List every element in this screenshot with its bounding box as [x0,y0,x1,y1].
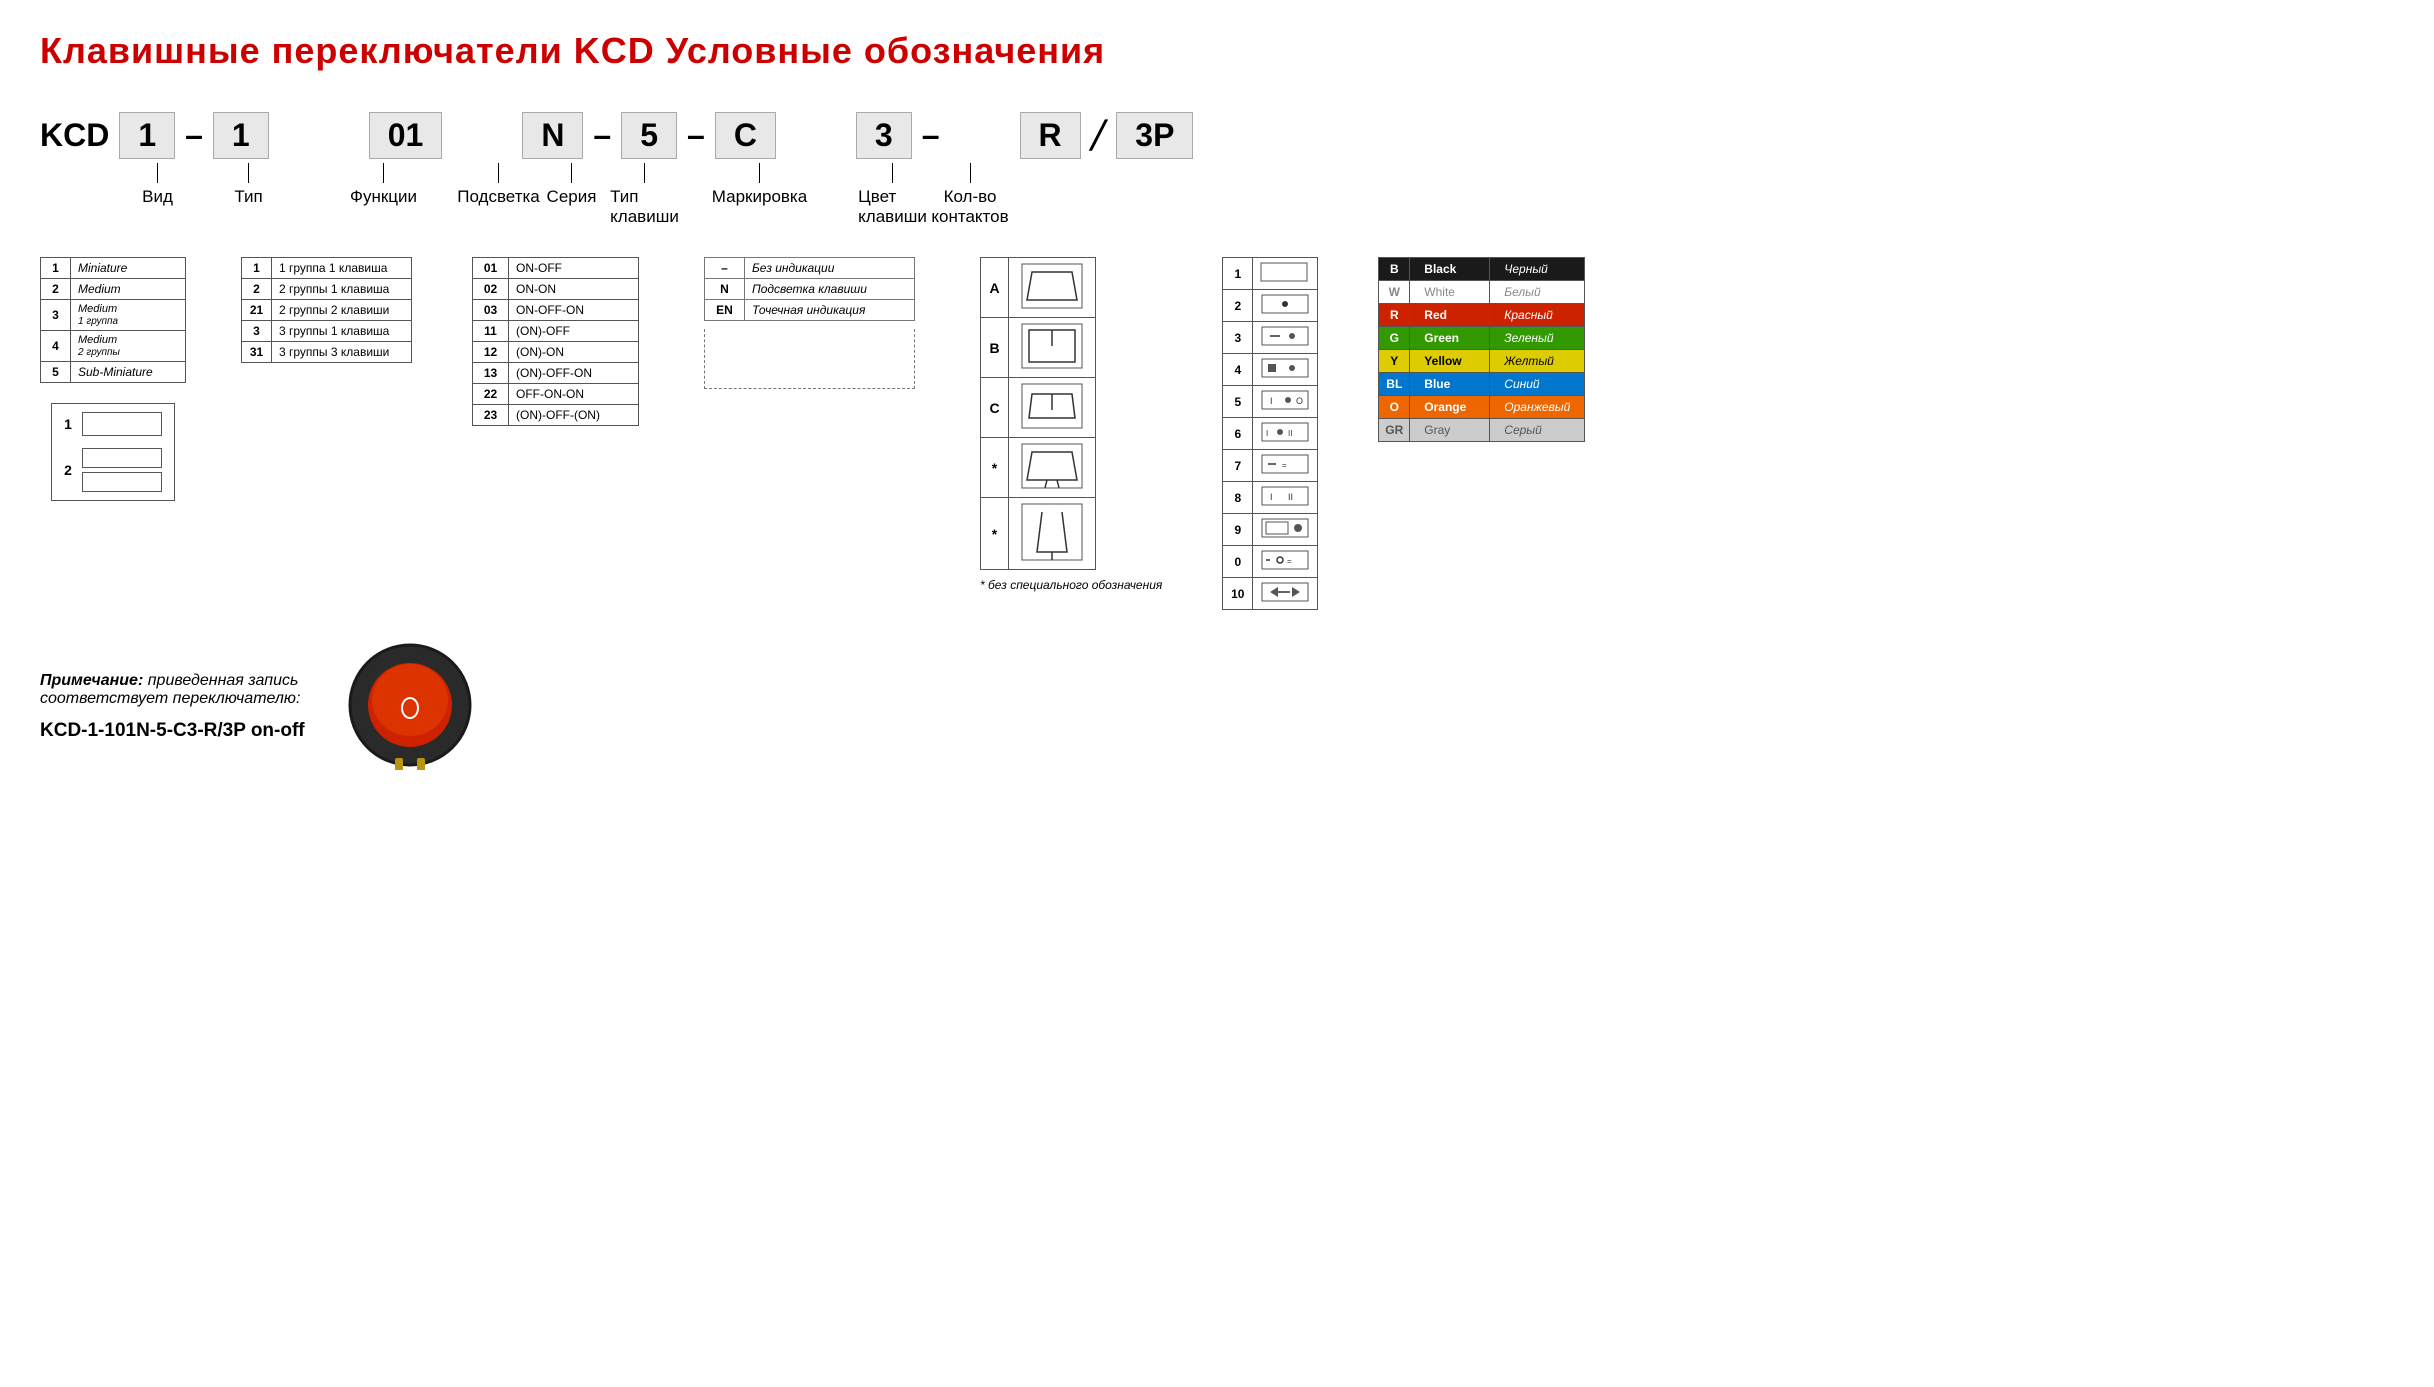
code-box-contacts: 3P [1116,112,1193,159]
switch-illustration [345,640,475,773]
marking-row: 3 [1223,322,1318,354]
svg-text:=: = [1287,557,1292,566]
view-row: 2 Medium [41,279,186,300]
dash-2: – [593,117,611,154]
type-row: 2 2 группы 1 клавиша [242,279,412,300]
func-row: 03 ON-OFF-ON [473,300,639,321]
color-section: B Black Черный W White Белый R Red Красн… [1378,257,1585,442]
func-row: 01 ON-OFF [473,258,639,279]
label-vid: Вид [142,187,173,207]
key-shape-c-svg [1017,382,1087,430]
view-row: 4 Medium2 группы [41,331,186,362]
type-row: 21 2 группы 2 клавиши [242,300,412,321]
note-text-block: Примечание: приведенная записьсоответств… [40,672,305,742]
marking-row: 0 = [1223,546,1318,578]
label-func: Функции [350,187,417,207]
color-row-blue: BL Blue Синий [1379,373,1585,396]
keytype-row-c: C [981,378,1096,438]
func-row: 13 (ON)-OFF-ON [473,363,639,384]
svg-text:O: O [1296,396,1303,406]
backlight-section: – Без индикации N Подсветка клавиши EN Т… [704,257,915,389]
marking-row: 6 III [1223,418,1318,450]
func-row: 02 ON-ON [473,279,639,300]
dash-1: – [185,117,203,154]
slash: ╱ [1091,120,1107,151]
marking-row: 4 [1223,354,1318,386]
marking-row: 5 IO [1223,386,1318,418]
note-label: Примечание: [40,672,143,689]
view-row: 5 Sub-Miniature [41,362,186,383]
backlight-row: – Без индикации [705,258,915,279]
code-box-backlight: N [522,112,583,159]
keytype-row-star2: * [981,498,1096,570]
code-box-tip: 1 [213,112,269,159]
code-prefix: KCD [40,117,109,154]
code-box-color: R [1020,112,1081,159]
label-tip: Тип [234,187,262,207]
view-row: 3 Medium1 группа [41,300,186,331]
color-row-red: R Red Красный [1379,304,1585,327]
keytype-row-b: B [981,318,1096,378]
backlight-row: EN Точечная индикация [705,300,915,321]
marking-row: 1 [1223,258,1318,290]
key-type-section: A B [980,257,1162,592]
func-row: 11 (ON)-OFF [473,321,639,342]
type-section: 1 1 группа 1 клавиша 2 2 группы 1 клавиш… [241,257,412,363]
code-box-vid: 1 [119,112,175,159]
keytype-row-star1: * [981,438,1096,498]
svg-text:I: I [1266,429,1268,438]
label-contacts: Кол-воконтактов [931,187,1008,227]
key-shape-star2-svg [1017,502,1087,562]
marking-row: 8 III [1223,482,1318,514]
svg-text:II: II [1288,429,1292,438]
bottom-section: Примечание: приведенная записьсоответств… [40,640,2394,773]
dash-3: – [687,117,705,154]
color-row-green: G Green Зеленый [1379,327,1585,350]
func-row: 12 (ON)-ON [473,342,639,363]
marking-section: 1 2 3 4 [1222,257,1318,610]
marking-row: 7 = [1223,450,1318,482]
key-shape-a-svg [1017,262,1087,310]
label-marking: Маркировка [712,187,807,207]
key-shape-b-svg [1017,322,1087,370]
type-row: 1 1 группа 1 клавиша [242,258,412,279]
label-backlight: Подсветка [457,187,540,207]
func-row: 23 (ON)-OFF-(ON) [473,405,639,426]
view-row: 1 Miniature [41,258,186,279]
svg-text:I: I [1270,492,1273,502]
type-row: 3 3 группы 1 клавиша [242,321,412,342]
page-title: Клавишные переключатели KCD Условные обо… [40,30,2394,72]
svg-text:II: II [1288,492,1293,502]
switch-code-label: KCD-1-101N-5-C3-R/3P on-off [40,720,305,742]
color-row-black: B Black Черный [1379,258,1585,281]
backlight-row: N Подсветка клавиши [705,279,915,300]
marking-row: 2 [1223,290,1318,322]
color-row-orange: O Orange Оранжевый [1379,396,1585,419]
color-row-white: W White Белый [1379,281,1585,304]
marking-row: 9 [1223,514,1318,546]
key-shape-star1-svg [1017,442,1087,490]
no-designation-note: * без специального обозначения [980,578,1162,592]
color-row-yellow: Y Yellow Желтый [1379,350,1585,373]
code-box-func: 01 [369,112,443,159]
code-box-marking: 3 [856,112,912,159]
svg-text:I: I [1270,396,1273,406]
label-keytype: Тип клавиши [610,187,679,227]
view-section: 1 Miniature 2 Medium 3 Medium1 группа 4 … [40,257,186,501]
code-box-series: 5 [621,112,677,159]
label-color: Цвет клавиши [858,187,927,227]
marking-row: 10 [1223,578,1318,610]
svg-text:=: = [1282,461,1287,470]
func-row: 22 OFF-ON-ON [473,384,639,405]
type-row: 31 3 группы 3 клавиши [242,342,412,363]
function-section: 01 ON-OFF 02 ON-ON 03 ON-OFF-ON 11 (ON)-… [472,257,639,426]
label-series: Серия [547,187,597,207]
code-box-keytype: C [715,112,776,159]
color-row-gray: GR Gray Серый [1379,419,1585,442]
dash-4: – [922,117,940,154]
code-line-section: KCD 1 – 1 01 N – 5 – C 3 – R ╱ 3P Вид [40,112,2394,227]
keytype-row-a: A [981,258,1096,318]
